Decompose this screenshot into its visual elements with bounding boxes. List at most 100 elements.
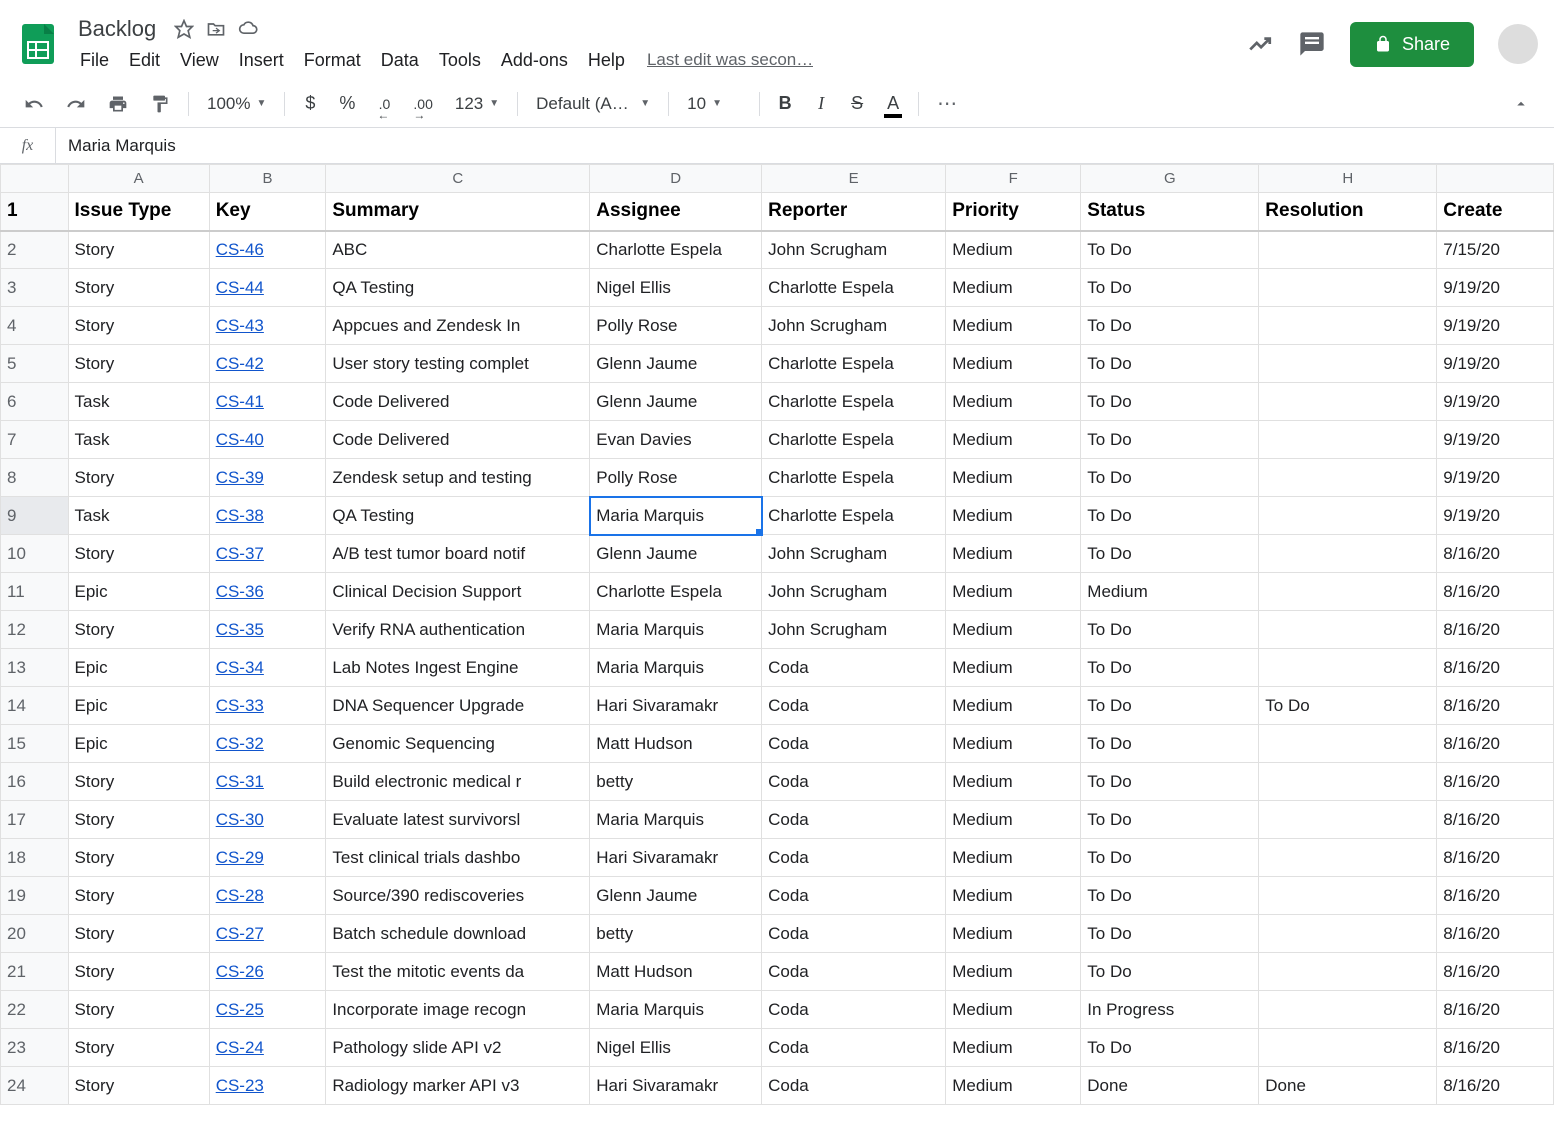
column-header-partial[interactable]: [1437, 165, 1554, 193]
cell-resolution[interactable]: [1259, 459, 1437, 497]
cell-resolution[interactable]: [1259, 421, 1437, 459]
increase-decimal-button[interactable]: .00→: [405, 88, 440, 120]
currency-button[interactable]: $: [295, 88, 325, 120]
menu-data[interactable]: Data: [373, 46, 427, 75]
decrease-decimal-button[interactable]: .0←: [369, 88, 399, 120]
cell-summary[interactable]: Source/390 rediscoveries: [326, 877, 590, 915]
cell-resolution[interactable]: [1259, 839, 1437, 877]
cell-priority[interactable]: Medium: [946, 763, 1081, 801]
cell-resolution[interactable]: Done: [1259, 1067, 1437, 1105]
cell-priority[interactable]: Medium: [946, 535, 1081, 573]
cell-priority[interactable]: Medium: [946, 953, 1081, 991]
cell-summary[interactable]: User story testing complet: [326, 345, 590, 383]
header-cell-summary[interactable]: Summary: [326, 193, 590, 231]
header-cell-issueType[interactable]: Issue Type: [68, 193, 209, 231]
cell-summary[interactable]: QA Testing: [326, 497, 590, 535]
cell-priority[interactable]: Medium: [946, 307, 1081, 345]
cell-status[interactable]: To Do: [1081, 231, 1259, 269]
row-header-3[interactable]: 3: [1, 269, 69, 307]
cell-reporter[interactable]: Coda: [762, 801, 946, 839]
header-cell-assignee[interactable]: Assignee: [590, 193, 762, 231]
row-header-23[interactable]: 23: [1, 1029, 69, 1067]
cell-key[interactable]: CS-36: [209, 573, 326, 611]
cell-created[interactable]: 8/16/20: [1437, 763, 1554, 801]
cell-type[interactable]: Story: [68, 801, 209, 839]
cell-key[interactable]: CS-43: [209, 307, 326, 345]
cell-assignee[interactable]: Hari Sivaramakr: [590, 687, 762, 725]
more-toolbar-button[interactable]: ⋯: [929, 88, 967, 120]
cell-created[interactable]: 8/16/20: [1437, 573, 1554, 611]
cell-created[interactable]: 8/16/20: [1437, 611, 1554, 649]
cell-key[interactable]: CS-38: [209, 497, 326, 535]
row-header-10[interactable]: 10: [1, 535, 69, 573]
cell-key[interactable]: CS-42: [209, 345, 326, 383]
cell-summary[interactable]: DNA Sequencer Upgrade: [326, 687, 590, 725]
cell-resolution[interactable]: To Do: [1259, 687, 1437, 725]
cell-key[interactable]: CS-33: [209, 687, 326, 725]
row-header-15[interactable]: 15: [1, 725, 69, 763]
collapse-toolbar-button[interactable]: [1504, 88, 1538, 120]
cell-summary[interactable]: Lab Notes Ingest Engine: [326, 649, 590, 687]
cell-status[interactable]: To Do: [1081, 459, 1259, 497]
print-button[interactable]: [100, 88, 136, 120]
cell-type[interactable]: Story: [68, 345, 209, 383]
column-header-A[interactable]: A: [68, 165, 209, 193]
cell-status[interactable]: To Do: [1081, 307, 1259, 345]
cell-created[interactable]: 9/19/20: [1437, 421, 1554, 459]
menu-file[interactable]: File: [72, 46, 117, 75]
cell-resolution[interactable]: [1259, 877, 1437, 915]
cell-status[interactable]: To Do: [1081, 1029, 1259, 1067]
cell-type[interactable]: Story: [68, 307, 209, 345]
cell-key[interactable]: CS-24: [209, 1029, 326, 1067]
cell-priority[interactable]: Medium: [946, 383, 1081, 421]
cell-assignee[interactable]: Charlotte Espela: [590, 573, 762, 611]
cell-assignee[interactable]: Maria Marquis: [590, 611, 762, 649]
cell-type[interactable]: Story: [68, 953, 209, 991]
cell-resolution[interactable]: [1259, 649, 1437, 687]
cell-key[interactable]: CS-35: [209, 611, 326, 649]
cell-created[interactable]: 9/19/20: [1437, 307, 1554, 345]
cell-type[interactable]: Epic: [68, 725, 209, 763]
cell-status[interactable]: To Do: [1081, 421, 1259, 459]
column-header-C[interactable]: C: [326, 165, 590, 193]
zoom-select[interactable]: 100%▼: [199, 90, 274, 118]
cell-assignee[interactable]: Hari Sivaramakr: [590, 839, 762, 877]
row-header-2[interactable]: 2: [1, 231, 69, 269]
cell-summary[interactable]: Test clinical trials dashbo: [326, 839, 590, 877]
cell-resolution[interactable]: [1259, 307, 1437, 345]
cell-assignee[interactable]: Matt Hudson: [590, 953, 762, 991]
cell-reporter[interactable]: Charlotte Espela: [762, 421, 946, 459]
cell-reporter[interactable]: Charlotte Espela: [762, 459, 946, 497]
text-color-button[interactable]: A: [878, 88, 908, 120]
cell-reporter[interactable]: John Scrugham: [762, 231, 946, 269]
cell-priority[interactable]: Medium: [946, 991, 1081, 1029]
cell-reporter[interactable]: Coda: [762, 839, 946, 877]
bold-button[interactable]: B: [770, 88, 800, 120]
header-cell-created[interactable]: Create: [1437, 193, 1554, 231]
cell-priority[interactable]: Medium: [946, 231, 1081, 269]
cell-status[interactable]: To Do: [1081, 269, 1259, 307]
cell-priority[interactable]: Medium: [946, 497, 1081, 535]
cell-type[interactable]: Epic: [68, 649, 209, 687]
cell-priority[interactable]: Medium: [946, 459, 1081, 497]
cell-priority[interactable]: Medium: [946, 1029, 1081, 1067]
font-select[interactable]: Default (Ari…▼: [528, 90, 658, 118]
cell-resolution[interactable]: [1259, 801, 1437, 839]
cell-type[interactable]: Story: [68, 1029, 209, 1067]
column-header-D[interactable]: D: [590, 165, 762, 193]
cell-priority[interactable]: Medium: [946, 573, 1081, 611]
cell-assignee[interactable]: Hari Sivaramakr: [590, 1067, 762, 1105]
cloud-status-icon[interactable]: [238, 19, 258, 39]
cell-type[interactable]: Story: [68, 991, 209, 1029]
row-header-11[interactable]: 11: [1, 573, 69, 611]
row-header-13[interactable]: 13: [1, 649, 69, 687]
strikethrough-button[interactable]: S: [842, 88, 872, 120]
cell-created[interactable]: 9/19/20: [1437, 497, 1554, 535]
cell-reporter[interactable]: John Scrugham: [762, 535, 946, 573]
font-size-select[interactable]: 10▼: [679, 90, 749, 118]
activity-icon[interactable]: [1246, 30, 1274, 58]
cell-summary[interactable]: Test the mitotic events da: [326, 953, 590, 991]
cell-priority[interactable]: Medium: [946, 801, 1081, 839]
cell-status[interactable]: To Do: [1081, 953, 1259, 991]
cell-summary[interactable]: Build electronic medical r: [326, 763, 590, 801]
